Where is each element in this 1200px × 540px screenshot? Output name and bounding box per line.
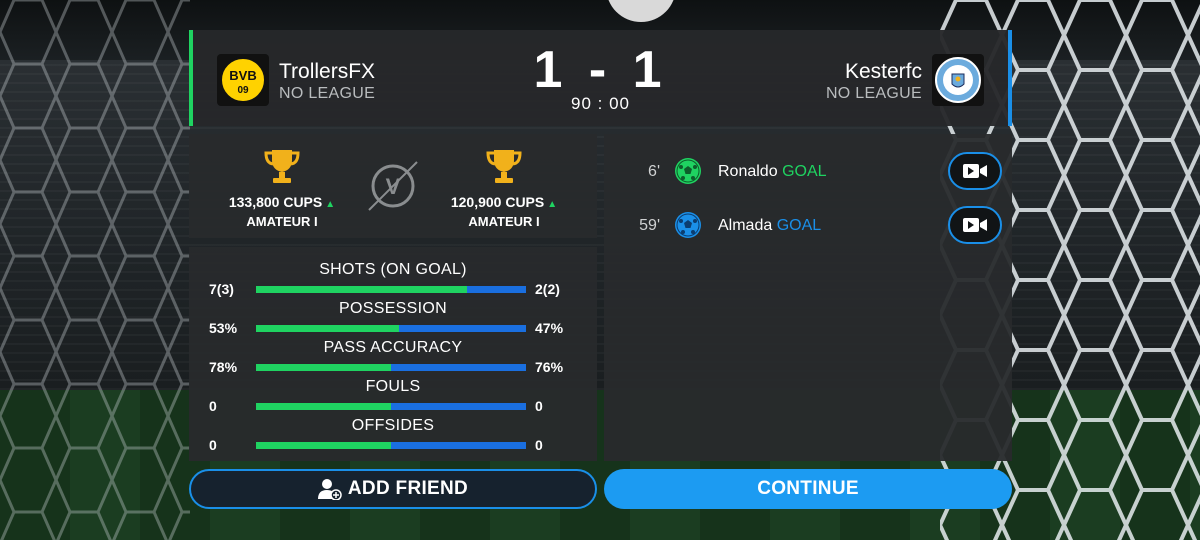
event-type: GOAL (782, 163, 827, 180)
event-row: 6' Ronaldo GOAL (604, 152, 1012, 192)
away-cups-count: 120,900 CUPS ▲ (450, 194, 558, 210)
event-description: Ronaldo GOAL (718, 163, 827, 181)
blue-ball-icon (675, 212, 701, 238)
event-description: Almada GOAL (718, 217, 821, 235)
away-team-league: NO LEAGUE (825, 85, 922, 102)
video-camera-icon (963, 218, 987, 232)
stat-possession: POSSESSION 53% 47% (189, 286, 597, 336)
event-minute: 59' (639, 217, 660, 234)
add-friend-button[interactable]: ADD FRIEND (189, 469, 597, 509)
trophy-icon (486, 150, 522, 183)
event-type: GOAL (776, 217, 822, 234)
add-friend-label: ADD FRIEND (347, 478, 469, 499)
stats-panel: SHOTS (ON GOAL) 7(3) 2(2) POSSESSION 53%… (189, 247, 597, 461)
stat-away-value: 0 (535, 437, 543, 453)
stat-title: POSSESSION (339, 300, 447, 317)
stat-title: FOULS (365, 378, 421, 395)
stat-title: SHOTS (ON GOAL) (319, 261, 467, 278)
up-arrow-icon: ▲ (325, 199, 336, 210)
cups-panel: 133,800 CUPS ▲ AMATEUR I V 120,900 CUPS ▲ … (189, 134, 597, 238)
up-arrow-icon: ▲ (547, 199, 558, 210)
continue-label: CONTINUE (757, 478, 859, 499)
away-team-name: Kesterfc (844, 60, 922, 83)
stat-pass-accuracy: PASS ACCURACY 78% 76% (189, 325, 597, 375)
video-camera-icon (963, 164, 987, 178)
stat-title: PASS ACCURACY (323, 339, 463, 356)
stat-bar-away (391, 442, 526, 449)
away-division: AMATEUR I (468, 214, 540, 229)
stat-home-value: 0 (209, 437, 217, 453)
versus-icon: V (368, 161, 418, 211)
add-user-icon (317, 479, 342, 500)
versus-letter: V (386, 174, 401, 199)
home-cups: 133,800 CUPS ▲ AMATEUR I (207, 146, 357, 229)
goal-net-left (0, 0, 190, 540)
trophy-icon (264, 150, 300, 183)
stat-fouls: FOULS 0 0 (189, 364, 597, 414)
home-cups-count: 133,800 CUPS ▲ (228, 194, 336, 210)
stat-title: OFFSIDES (351, 417, 435, 434)
home-division: AMATEUR I (246, 214, 318, 229)
event-player-name: Almada (718, 217, 773, 234)
replay-button[interactable] (948, 152, 1002, 190)
away-cups: 120,900 CUPS ▲ AMATEUR I (429, 146, 579, 229)
stat-offsides: OFFSIDES 0 0 (189, 403, 597, 453)
match-events-panel: 6' Ronaldo GOAL 59' Almada GOAL (604, 134, 1012, 461)
continue-button[interactable]: CONTINUE (604, 469, 1012, 509)
event-row: 59' Almada GOAL (604, 206, 1012, 246)
stat-shots: SHOTS (ON GOAL) 7(3) 2(2) (189, 247, 597, 297)
event-player-name: Ronaldo (718, 163, 778, 180)
event-minute: 6' (648, 163, 660, 180)
green-ball-icon (675, 158, 701, 184)
match-header: BVB 09 TrollersFX NO LEAGUE 1 - 1 90 : 0… (189, 30, 1012, 126)
replay-button[interactable] (948, 206, 1002, 244)
stat-bar-home (256, 442, 391, 449)
stat-bar (256, 442, 526, 449)
away-crest-icon (932, 54, 984, 106)
